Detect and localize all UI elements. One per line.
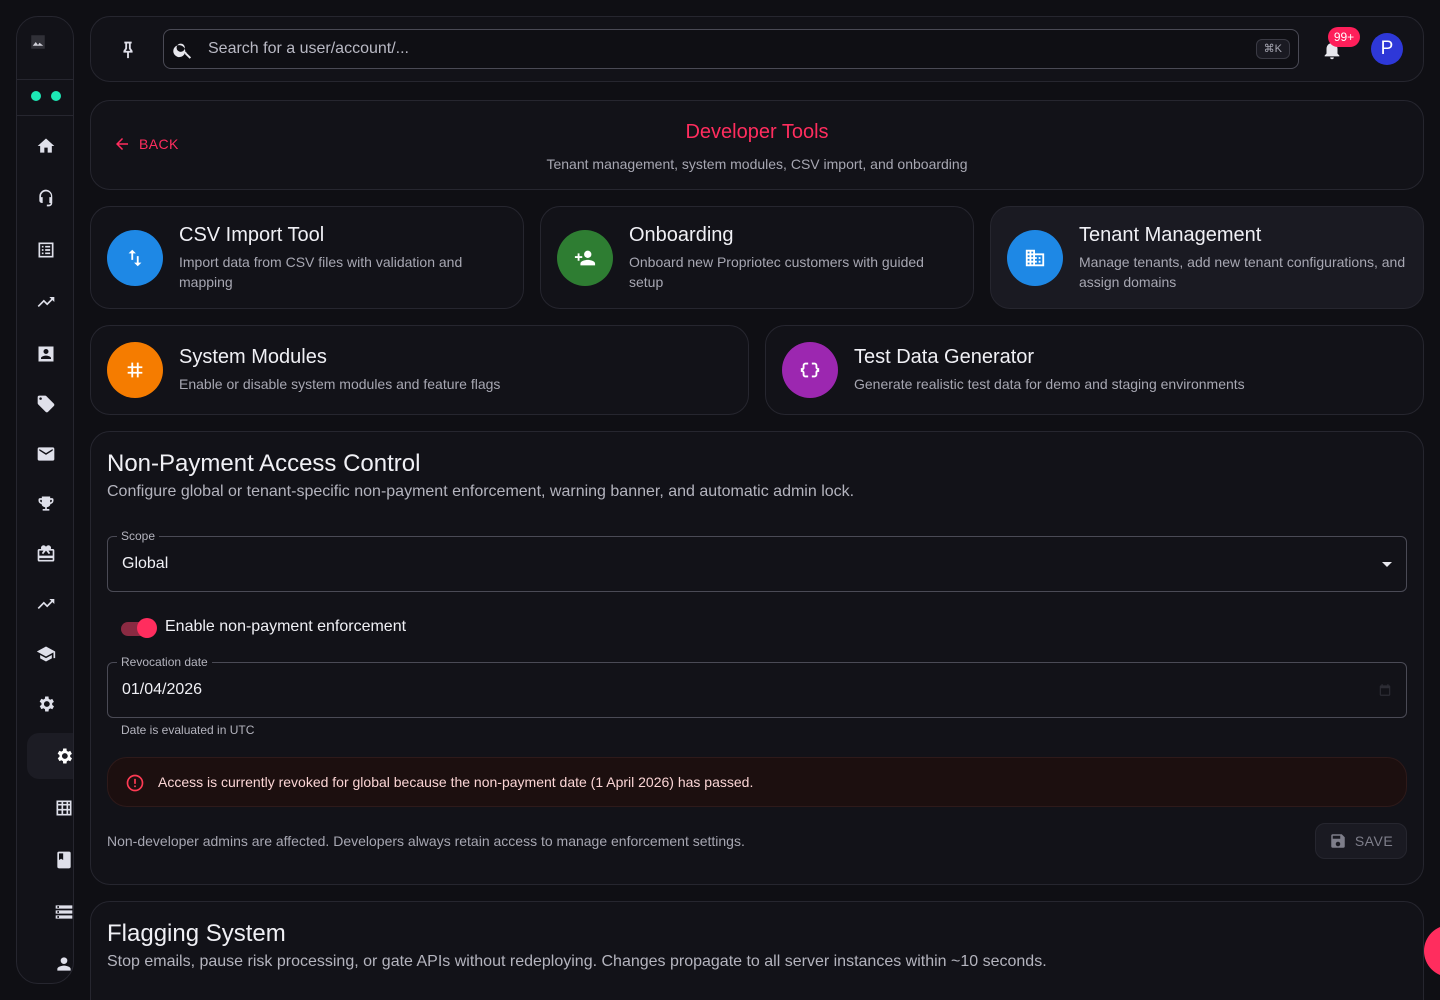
- sidebar-item-mail[interactable]: [35, 443, 57, 465]
- sidebar-item-storage[interactable]: [53, 901, 73, 923]
- save-label: SAVE: [1354, 833, 1394, 849]
- gear-icon: [39, 696, 54, 712]
- status-dot: [31, 91, 41, 101]
- sidebar: [16, 16, 74, 984]
- notification-badge: 99+: [1328, 27, 1360, 47]
- page-header: BACK Developer Tools Tenant management, …: [90, 100, 1424, 190]
- grid-icon: [56, 800, 72, 816]
- revocation-date-value: 01/04/2026: [122, 681, 203, 698]
- section-title: Flagging System: [107, 920, 286, 947]
- sidebar-item-grid[interactable]: [53, 797, 73, 819]
- top-bar: ⌘K 99+ P: [90, 16, 1424, 82]
- alert-text: Access is currently revoked for global b…: [158, 774, 754, 790]
- status-indicator: [31, 91, 61, 101]
- list-alt-icon: [38, 242, 54, 258]
- book-icon: [57, 851, 71, 869]
- search-bar[interactable]: ⌘K: [163, 29, 1299, 69]
- section-subtitle: Stop emails, pause risk processing, or g…: [107, 953, 1047, 970]
- flagging-section: Flagging System Stop emails, pause risk …: [90, 901, 1424, 1000]
- logo-broken-image-icon: [29, 33, 47, 51]
- tool-card-csv-import[interactable]: CSV Import Tool Import data from CSV fil…: [90, 206, 524, 309]
- trophy-icon: [38, 496, 54, 511]
- sidebar-item-contacts[interactable]: [35, 343, 57, 365]
- sidebar-divider: [17, 79, 73, 80]
- save-icon: [1331, 834, 1345, 848]
- revocation-date-field[interactable]: Revocation date 01/04/2026: [107, 655, 1407, 718]
- home-icon: [37, 138, 55, 153]
- sidebar-item-tags[interactable]: [35, 393, 57, 415]
- person-add-icon: [557, 230, 613, 286]
- tag-icon: [37, 395, 55, 413]
- revoked-alert: Access is currently revoked for global b…: [107, 757, 1407, 807]
- tool-card-onboarding[interactable]: Onboarding Onboard new Propriotec custom…: [540, 206, 974, 309]
- sidebar-item-support[interactable]: [35, 187, 57, 209]
- calendar-icon[interactable]: [1378, 683, 1392, 697]
- enforcement-toggle[interactable]: [119, 617, 157, 639]
- sidebar-item-profile[interactable]: [53, 953, 73, 975]
- tool-description: Generate realistic test data for demo an…: [854, 376, 1245, 392]
- tool-card-test-data-generator[interactable]: Test Data Generator Generate realistic t…: [765, 325, 1424, 415]
- tool-title: Tenant Management: [1079, 224, 1262, 246]
- business-icon: [1007, 230, 1063, 286]
- tool-card-system-modules[interactable]: System Modules Enable or disable system …: [90, 325, 749, 415]
- caret-down-icon: [1382, 562, 1392, 567]
- support-agent-icon: [39, 189, 53, 207]
- scope-value: Global: [122, 555, 169, 572]
- status-dot: [51, 91, 61, 101]
- page-subtitle: Tenant management, system modules, CSV i…: [546, 156, 968, 172]
- pin-icon[interactable]: [117, 38, 139, 60]
- sidebar-item-developer-settings[interactable]: [53, 745, 73, 767]
- section-subtitle: Configure global or tenant-specific non-…: [107, 483, 855, 500]
- error-outline-icon: [125, 773, 145, 793]
- person-icon: [57, 957, 71, 971]
- trending-up-icon: [37, 297, 55, 307]
- tool-description: Manage tenants, add new tenant configura…: [1079, 254, 1406, 290]
- contact-card-icon: [38, 346, 54, 362]
- sidebar-item-training[interactable]: [35, 643, 57, 665]
- enforcement-toggle-label: Enable non-payment enforcement: [165, 618, 407, 635]
- keyboard-shortcut-hint: ⌘K: [1255, 39, 1290, 59]
- tool-title: System Modules: [179, 346, 327, 368]
- avatar[interactable]: P: [1371, 33, 1403, 65]
- sidebar-item-list[interactable]: [35, 239, 57, 261]
- gear-icon: [57, 748, 72, 764]
- tool-title: Onboarding: [629, 224, 734, 246]
- footer-note: Non-developer admins are affected. Devel…: [107, 833, 745, 849]
- sidebar-item-gifts[interactable]: [35, 543, 57, 565]
- swap-vert-icon: [107, 230, 163, 286]
- tool-card-tenant-management[interactable]: Tenant Management Manage tenants, add ne…: [990, 206, 1424, 309]
- school-icon: [36, 646, 56, 662]
- date-helper-text: Date is evaluated in UTC: [121, 723, 255, 737]
- sidebar-item-rewards[interactable]: [35, 493, 57, 515]
- tool-description: Import data from CSV files with validati…: [179, 254, 463, 290]
- sidebar-item-settings[interactable]: [35, 693, 57, 715]
- search-icon: [172, 39, 194, 61]
- sidebar-item-home[interactable]: [35, 135, 57, 157]
- section-title: Non-Payment Access Control: [107, 450, 421, 477]
- sidebar-item-analytics[interactable]: [35, 291, 57, 313]
- tool-description: Enable or disable system modules and fea…: [179, 376, 501, 392]
- access-control-section: Non-Payment Access Control Configure glo…: [90, 431, 1424, 885]
- save-button[interactable]: SAVE: [1315, 823, 1407, 859]
- storage-icon: [55, 905, 73, 919]
- mail-icon: [37, 447, 55, 461]
- toggle-knob: [137, 618, 157, 638]
- tool-title: Test Data Generator: [854, 346, 1035, 368]
- hash-icon: [107, 342, 163, 398]
- scope-label: Scope: [117, 529, 160, 543]
- sidebar-divider: [17, 115, 73, 116]
- scope-select[interactable]: Scope Global: [107, 529, 1407, 592]
- tool-title: CSV Import Tool: [179, 224, 325, 246]
- page-title: Developer Tools: [685, 121, 829, 143]
- data-object-icon: [782, 342, 838, 398]
- search-input[interactable]: [208, 30, 1238, 68]
- trending-up-icon: [37, 599, 55, 609]
- sidebar-item-docs[interactable]: [53, 849, 73, 871]
- redeem-icon: [37, 545, 55, 562]
- sidebar-item-trends[interactable]: [35, 593, 57, 615]
- tool-description: Onboard new Propriotec customers with gu…: [629, 254, 924, 290]
- revocation-date-label: Revocation date: [117, 655, 212, 669]
- floating-action-button[interactable]: [1424, 925, 1440, 977]
